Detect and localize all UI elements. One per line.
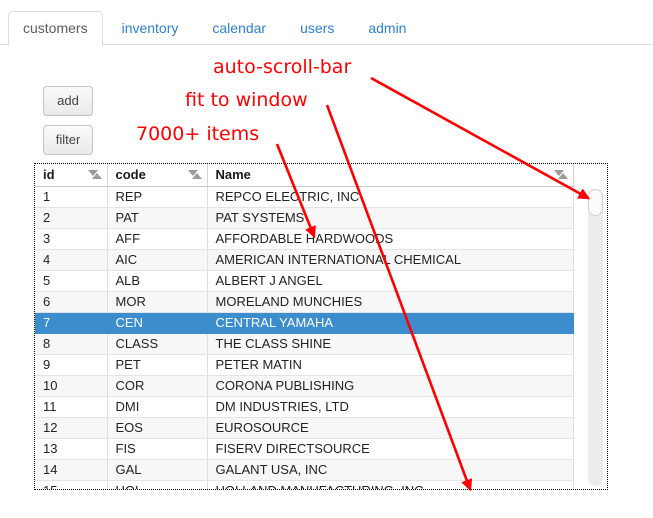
cell-id: 12 bbox=[35, 417, 108, 439]
cell-id: 2 bbox=[35, 207, 108, 229]
table-row[interactable]: 1 REP REPCO ELECTRIC, INC bbox=[35, 186, 574, 208]
cell-id: 8 bbox=[35, 333, 108, 355]
cell-name: FISERV DIRECTSOURCE bbox=[207, 438, 574, 460]
cell-code: FIS bbox=[107, 438, 208, 460]
table-row[interactable]: 12 EOS EUROSOURCE bbox=[35, 417, 574, 439]
cell-id: 5 bbox=[35, 270, 108, 292]
cell-id: 4 bbox=[35, 249, 108, 271]
tab-admin[interactable]: admin bbox=[353, 11, 421, 45]
cell-name: EUROSOURCE bbox=[207, 417, 574, 439]
header-row: id code Name bbox=[35, 164, 574, 187]
cell-name: DM INDUSTRIES, LTD bbox=[207, 396, 574, 418]
column-header-name[interactable]: Name bbox=[207, 164, 574, 187]
cell-name: THE CLASS SHINE bbox=[207, 333, 574, 355]
cell-id: 7 bbox=[35, 312, 108, 334]
cell-code: AFF bbox=[107, 228, 208, 250]
cell-id: 10 bbox=[35, 375, 108, 397]
column-header-code[interactable]: code bbox=[107, 164, 208, 187]
cell-id: 6 bbox=[35, 291, 108, 313]
cell-name: GALANT USA, INC bbox=[207, 459, 574, 481]
table-row[interactable]: 3 AFF AFFORDABLE HARDWOODS bbox=[35, 228, 574, 250]
tab-customers[interactable]: customers bbox=[8, 11, 103, 46]
table-row[interactable]: 5 ALB ALBERT J ANGEL bbox=[35, 270, 574, 292]
cell-code: PAT bbox=[107, 207, 208, 229]
cell-id: 13 bbox=[35, 438, 108, 460]
cell-name: PAT SYSTEMS bbox=[207, 207, 574, 229]
table-row[interactable]: 9 PET PETER MATIN bbox=[35, 354, 574, 376]
table-row[interactable]: 11 DMI DM INDUSTRIES, LTD bbox=[35, 396, 574, 418]
tab-bar: customers inventory calendar users admin bbox=[0, 0, 653, 46]
sort-icon[interactable] bbox=[187, 169, 202, 180]
table-row[interactable]: 10 COR CORONA PUBLISHING bbox=[35, 375, 574, 397]
filter-button[interactable]: filter bbox=[43, 125, 93, 155]
customers-table: id code Name 1 REP REPCO ELECTRIC, INC 2… bbox=[35, 164, 574, 489]
cell-code: PET bbox=[107, 354, 208, 376]
table-row[interactable]: 7 CEN CENTRAL YAMAHA bbox=[35, 312, 574, 334]
sort-icon[interactable] bbox=[87, 169, 102, 180]
cell-id: 11 bbox=[35, 396, 108, 418]
table-row[interactable]: 4 AIC AMERICAN INTERNATIONAL CHEMICAL bbox=[35, 249, 574, 271]
cell-name: REPCO ELECTRIC, INC bbox=[207, 186, 574, 208]
cell-id: 15 bbox=[35, 480, 108, 489]
tab-calendar[interactable]: calendar bbox=[197, 11, 281, 45]
annotation-fit-to-window: fit to window bbox=[185, 89, 308, 111]
cell-code: HOL bbox=[107, 480, 208, 489]
table-row[interactable]: 2 PAT PAT SYSTEMS bbox=[35, 207, 574, 229]
cell-code: AIC bbox=[107, 249, 208, 271]
cell-code: CEN bbox=[107, 312, 208, 334]
cell-id: 9 bbox=[35, 354, 108, 376]
cell-code: MOR bbox=[107, 291, 208, 313]
cell-code: GAL bbox=[107, 459, 208, 481]
cell-name: AFFORDABLE HARDWOODS bbox=[207, 228, 574, 250]
cell-code: ALB bbox=[107, 270, 208, 292]
cell-name: HOLLAND MANUFACTURING, INC bbox=[207, 480, 574, 489]
cell-code: CLASS bbox=[107, 333, 208, 355]
column-header-id-label: id bbox=[43, 167, 55, 183]
table-row[interactable]: 13 FIS FISERV DIRECTSOURCE bbox=[35, 438, 574, 460]
cell-code: REP bbox=[107, 186, 208, 208]
cell-name: AMERICAN INTERNATIONAL CHEMICAL bbox=[207, 249, 574, 271]
column-header-code-label: code bbox=[115, 167, 146, 183]
tab-list: customers inventory calendar users admin bbox=[8, 11, 425, 46]
cell-name: MORELAND MUNCHIES bbox=[207, 291, 574, 313]
table-row[interactable]: 15HOLHOLLAND MANUFACTURING, INC bbox=[35, 480, 574, 489]
tab-inventory[interactable]: inventory bbox=[107, 11, 194, 45]
cell-id: 14 bbox=[35, 459, 108, 481]
table-row[interactable]: 8 CLASS THE CLASS SHINE bbox=[35, 333, 574, 355]
cell-code: DMI bbox=[107, 396, 208, 418]
annotation-auto-scroll-bar: auto-scroll-bar bbox=[213, 56, 352, 78]
cell-id: 3 bbox=[35, 228, 108, 250]
cell-name: PETER MATIN bbox=[207, 354, 574, 376]
table-row[interactable]: 6 MOR MORELAND MUNCHIES bbox=[35, 291, 574, 313]
tab-users[interactable]: users bbox=[285, 11, 349, 45]
table-body: 1 REP REPCO ELECTRIC, INC 2 PAT PAT SYSTEMS 3 A… bbox=[35, 186, 574, 489]
vertical-scrollbar[interactable] bbox=[588, 189, 603, 486]
table-header: id code Name bbox=[35, 164, 574, 187]
column-header-id[interactable]: id bbox=[35, 164, 108, 187]
column-header-name-label: Name bbox=[215, 167, 251, 183]
annotation-item-count: 7000+ items bbox=[136, 123, 260, 145]
sort-icon[interactable] bbox=[553, 169, 568, 180]
data-grid-viewport: id code Name 1 REP REPCO ELECTRIC, INC 2… bbox=[35, 164, 591, 489]
add-button[interactable]: add bbox=[43, 86, 93, 116]
cell-name: ALBERT J ANGEL bbox=[207, 270, 574, 292]
cell-code: COR bbox=[107, 375, 208, 397]
cell-name: CORONA PUBLISHING bbox=[207, 375, 574, 397]
scrollbar-thumb[interactable] bbox=[588, 189, 603, 216]
cell-code: EOS bbox=[107, 417, 208, 439]
cell-id: 1 bbox=[35, 186, 108, 208]
data-grid-container: id code Name 1 REP REPCO ELECTRIC, INC 2… bbox=[34, 163, 608, 490]
cell-name: CENTRAL YAMAHA bbox=[207, 312, 574, 334]
table-row[interactable]: 14 GAL GALANT USA, INC bbox=[35, 459, 574, 481]
